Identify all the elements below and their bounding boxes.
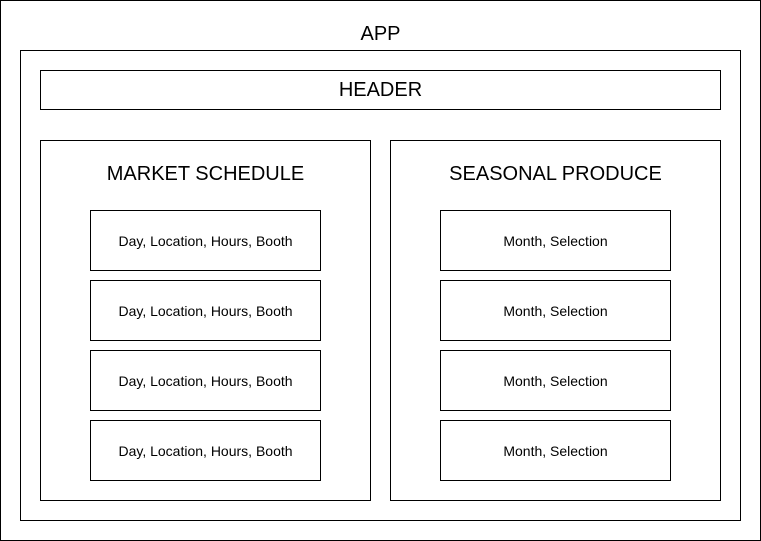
seasonal-produce-title: SEASONAL PRODUCE <box>449 163 662 185</box>
header-box: HEADER <box>40 70 721 110</box>
market-schedule-item: Day, Location, Hours, Booth <box>90 210 321 271</box>
market-schedule-item-label: Day, Location, Hours, Booth <box>118 302 293 319</box>
seasonal-produce-item-label: Month, Selection <box>503 442 608 459</box>
market-schedule-item: Day, Location, Hours, Booth <box>90 420 321 481</box>
seasonal-produce-item: Month, Selection <box>440 280 671 341</box>
market-schedule-item-label: Day, Location, Hours, Booth <box>118 372 293 389</box>
app-title: APP <box>360 23 401 45</box>
header-title: HEADER <box>338 78 423 101</box>
seasonal-produce-item: Month, Selection <box>440 210 671 271</box>
seasonal-produce-item: Month, Selection <box>440 420 671 481</box>
seasonal-produce-item: Month, Selection <box>440 350 671 411</box>
market-schedule-item: Day, Location, Hours, Booth <box>90 280 321 341</box>
seasonal-produce-item-label: Month, Selection <box>503 232 608 249</box>
market-schedule-title: MARKET SCHEDULE <box>106 163 305 185</box>
market-schedule-item-label: Day, Location, Hours, Booth <box>118 232 293 249</box>
market-schedule-item: Day, Location, Hours, Booth <box>90 350 321 411</box>
seasonal-produce-item-label: Month, Selection <box>503 302 608 319</box>
seasonal-produce-item-label: Month, Selection <box>503 372 608 389</box>
market-schedule-item-label: Day, Location, Hours, Booth <box>118 442 293 459</box>
